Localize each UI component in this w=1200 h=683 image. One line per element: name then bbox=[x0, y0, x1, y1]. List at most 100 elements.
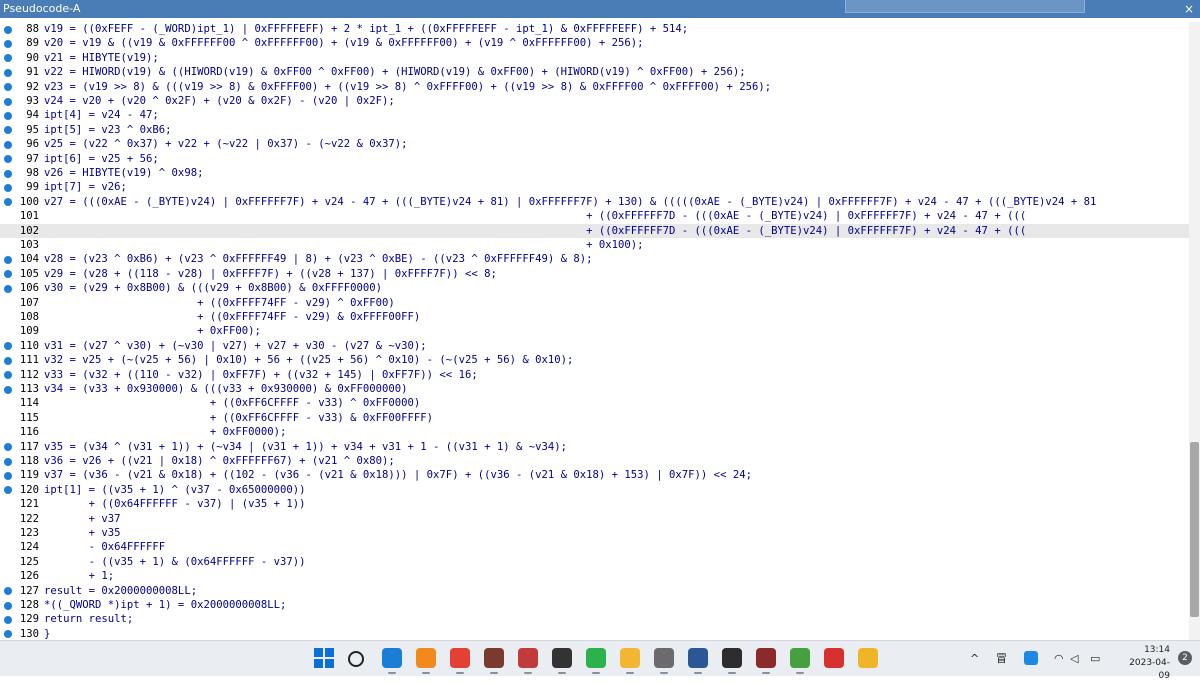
code-line[interactable]: 102 + ((0xFFFFFF7D - (((0xAE - (_BYTE)v2… bbox=[0, 223, 1189, 238]
code-line[interactable]: 122 + v37 bbox=[0, 512, 1189, 526]
code-line[interactable]: 103 + 0x100); bbox=[0, 238, 1189, 252]
line-number: 92 bbox=[26, 80, 39, 93]
wifi-icon[interactable]: ◠ bbox=[1054, 641, 1064, 676]
notification-badge[interactable]: 2 bbox=[1178, 651, 1192, 665]
code-text: + ((0xFFFFFF7D - (((0xAE - (_BYTE)v24) |… bbox=[44, 210, 1027, 223]
line-number: 114 bbox=[19, 397, 39, 410]
code-text: ipt[6] = v25 + 56; bbox=[44, 152, 159, 165]
word-icon[interactable] bbox=[688, 648, 708, 674]
tray-overflow-chevron[interactable]: ^ bbox=[970, 641, 979, 676]
ida-dark-icon[interactable] bbox=[756, 648, 776, 674]
code-line[interactable]: 100 v27 = (((0xAE - (_BYTE)v24) | 0xFFFFF… bbox=[0, 195, 1189, 209]
code-text: + ((0xFFFFFF7D - (((0xAE - (_BYTE)v24) |… bbox=[44, 224, 1027, 237]
code-line[interactable]: 96 v25 = (v22 ^ 0x37) + v22 + (~v22 | 0x3… bbox=[0, 137, 1189, 151]
wechat-icon[interactable] bbox=[586, 648, 606, 674]
code-text: v31 = (v27 ^ v30) + (~v30 | v27) + v27 +… bbox=[44, 339, 427, 352]
code-text: v27 = (((0xAE - (_BYTE)v24) | 0xFFFFFF7F… bbox=[44, 195, 1097, 208]
code-text: return result; bbox=[44, 613, 134, 626]
code-line[interactable]: 105 v29 = (v28 + ((118 - v28) | 0xFFFF7F)… bbox=[0, 267, 1189, 281]
code-line[interactable]: 97 ipt[6] = v25 + 56; bbox=[0, 152, 1189, 166]
code-line[interactable]: 111 v32 = v25 + (~(v25 + 56) | 0x10) + 56… bbox=[0, 353, 1189, 367]
avatar-app-icon[interactable] bbox=[484, 648, 504, 674]
vscode-icon[interactable] bbox=[382, 648, 402, 674]
code-line[interactable]: 112 v33 = (v32 + ((110 - v32) | 0xFF7F) +… bbox=[0, 368, 1189, 382]
code-line[interactable]: 120 ipt[1] = ((v35 + 1) ^ (v37 - 0x650000… bbox=[0, 483, 1189, 497]
code-line[interactable]: 95 ipt[5] = v23 ^ 0xB6; bbox=[0, 123, 1189, 137]
code-line[interactable]: 117 v35 = (v34 ^ (v31 + 1)) + (~v34 | (v3… bbox=[0, 440, 1189, 454]
code-line[interactable]: 114 + ((0xFF6CFFFF - v33) ^ 0xFF0000) bbox=[0, 396, 1189, 410]
terminal-icon[interactable] bbox=[722, 648, 742, 674]
code-line[interactable]: 91 v22 = HIWORD(v19) & ((HIWORD(v19) & 0x… bbox=[0, 65, 1189, 79]
code-line[interactable]: 92 v23 = (v19 >> 8) & (((v19 >> 8) & 0xFF… bbox=[0, 80, 1189, 94]
code-text: ipt[5] = v23 ^ 0xB6; bbox=[44, 123, 172, 136]
code-line[interactable]: 108 + ((0xFFFF74FF - v29) & 0xFFFF00FF) bbox=[0, 310, 1189, 324]
code-line[interactable]: 126 + 1; bbox=[0, 569, 1189, 583]
line-number: 121 bbox=[19, 498, 39, 511]
gear-green-icon[interactable] bbox=[790, 648, 810, 674]
code-line[interactable]: 125 - ((v35 + 1) & (0x64FFFFFF - v37)) bbox=[0, 555, 1189, 569]
code-line[interactable]: 104 v28 = (v23 ^ 0xB6) + (v23 ^ 0xFFFFFF4… bbox=[0, 252, 1189, 266]
code-line[interactable]: 98 v26 = HIBYTE(v19) ^ 0x98; bbox=[0, 166, 1189, 180]
app-orange-icon[interactable] bbox=[416, 648, 436, 674]
chrome-icon[interactable] bbox=[450, 648, 470, 674]
line-number: 112 bbox=[19, 368, 39, 381]
start-icon[interactable] bbox=[314, 648, 334, 668]
line-number: 122 bbox=[19, 512, 39, 525]
code-text: - ((v35 + 1) & (0x64FFFFFF - v37)) bbox=[44, 555, 306, 568]
line-number: 103 bbox=[19, 239, 39, 251]
code-editor[interactable]: 88 v19 = ((0xFEFF - (_WORD)ipt_1) | 0xFFF… bbox=[0, 22, 1189, 640]
code-line[interactable]: 106 v30 = (v29 + 0x8B00) & (((v29 + 0x8B0… bbox=[0, 281, 1189, 295]
code-text: + 0xFF0000); bbox=[44, 426, 287, 439]
code-line[interactable]: 88 v19 = ((0xFEFF - (_WORD)ipt_1) | 0xFFF… bbox=[0, 22, 1189, 36]
code-line[interactable]: 116 + 0xFF0000); bbox=[0, 425, 1189, 439]
code-line[interactable]: 128 *((_QWORD *)ipt + 1) = 0x2000000008LL… bbox=[0, 598, 1189, 612]
code-text: v34 = (v33 + 0x930000) & (((v33 + 0x9300… bbox=[44, 383, 408, 395]
speaker-icon[interactable]: ◁ bbox=[1070, 641, 1078, 676]
code-line[interactable]: 99 ipt[7] = v26; bbox=[0, 180, 1189, 194]
code-line[interactable]: 107 + ((0xFFFF74FF - v29) ^ 0xFF00) bbox=[0, 296, 1189, 310]
line-number: 107 bbox=[19, 296, 39, 309]
ime-indicator[interactable]: 冒 bbox=[996, 641, 1007, 676]
code-text: } bbox=[44, 627, 51, 640]
vertical-scrollbar[interactable] bbox=[1189, 22, 1200, 640]
netease-icon[interactable] bbox=[824, 648, 844, 668]
code-line[interactable]: 129 return result; bbox=[0, 612, 1189, 626]
code-line[interactable]: 118 v36 = v26 + ((v21 | 0x18) ^ 0xFFFFFF6… bbox=[0, 454, 1189, 468]
clock[interactable]: 13:14 2023-04-09 bbox=[1120, 644, 1170, 683]
code-text: v36 = v26 + ((v21 | 0x18) ^ 0xFFFFFF67) … bbox=[44, 455, 395, 467]
code-line[interactable]: 89 v20 = v19 & ((v19 & 0xFFFFFF00 ^ 0xFFF… bbox=[0, 36, 1189, 50]
scrollbar-thumb[interactable] bbox=[1190, 442, 1199, 617]
code-line[interactable]: 101 + ((0xFFFFFF7D - (((0xAE - (_BYTE)v2… bbox=[0, 209, 1189, 223]
code-line[interactable]: 94 ipt[4] = v24 - 47; bbox=[0, 108, 1189, 122]
code-line[interactable]: 123 + v35 bbox=[0, 526, 1189, 540]
code-line[interactable]: 124 - 0x64FFFFFF bbox=[0, 540, 1189, 554]
code-line[interactable]: 127 result = 0x2000000008LL; bbox=[0, 584, 1189, 598]
code-line[interactable]: 119 v37 = (v36 - (v21 & 0x18) + ((102 - (… bbox=[0, 468, 1189, 482]
gear-app-icon[interactable] bbox=[654, 648, 674, 674]
code-line[interactable]: 93 v24 = v20 + (v20 ^ 0x2F) + (v20 & 0x2F… bbox=[0, 94, 1189, 108]
code-text: v25 = (v22 ^ 0x37) + v22 + (~v22 | 0x37)… bbox=[44, 138, 408, 151]
ball-app-icon[interactable] bbox=[858, 648, 878, 668]
close-icon[interactable]: × bbox=[1182, 0, 1196, 18]
code-line[interactable]: 121 + ((0x64FFFFFF - v37) | (v35 + 1)) bbox=[0, 497, 1189, 511]
code-text: v29 = (v28 + ((118 - v28) | 0xFFFF7F) + … bbox=[44, 267, 497, 280]
code-line[interactable]: 110 v31 = (v27 ^ v30) + (~v30 | v27) + v2… bbox=[0, 339, 1189, 353]
code-line[interactable]: 130} bbox=[0, 627, 1189, 640]
line-number: 100 bbox=[19, 195, 39, 208]
line-number: 98 bbox=[26, 167, 39, 179]
folder-icon[interactable] bbox=[620, 648, 640, 674]
code-line[interactable]: 109 + 0xFF00); bbox=[0, 324, 1189, 338]
tray-app-icon[interactable] bbox=[1024, 651, 1038, 665]
line-number: 129 bbox=[19, 613, 39, 626]
code-line[interactable]: 115 + ((0xFF6CFFFF - v33) & 0xFF00FFFF) bbox=[0, 411, 1189, 425]
code-text: + ((0xFF6CFFFF - v33) ^ 0xFF0000) bbox=[44, 397, 421, 410]
code-line[interactable]: 113 v34 = (v33 + 0x930000) & (((v33 + 0x9… bbox=[0, 382, 1189, 396]
line-number: 90 bbox=[26, 51, 39, 64]
code-line[interactable]: 90 v21 = HIBYTE(v19); bbox=[0, 51, 1189, 65]
copy-app-icon[interactable] bbox=[552, 648, 572, 674]
search-icon[interactable] bbox=[348, 651, 364, 667]
ida-icon[interactable] bbox=[518, 648, 538, 674]
battery-icon[interactable]: ▭ bbox=[1090, 641, 1100, 676]
window-title: Pseudocode-A bbox=[3, 2, 81, 15]
code-text: result = 0x2000000008LL; bbox=[44, 584, 198, 597]
